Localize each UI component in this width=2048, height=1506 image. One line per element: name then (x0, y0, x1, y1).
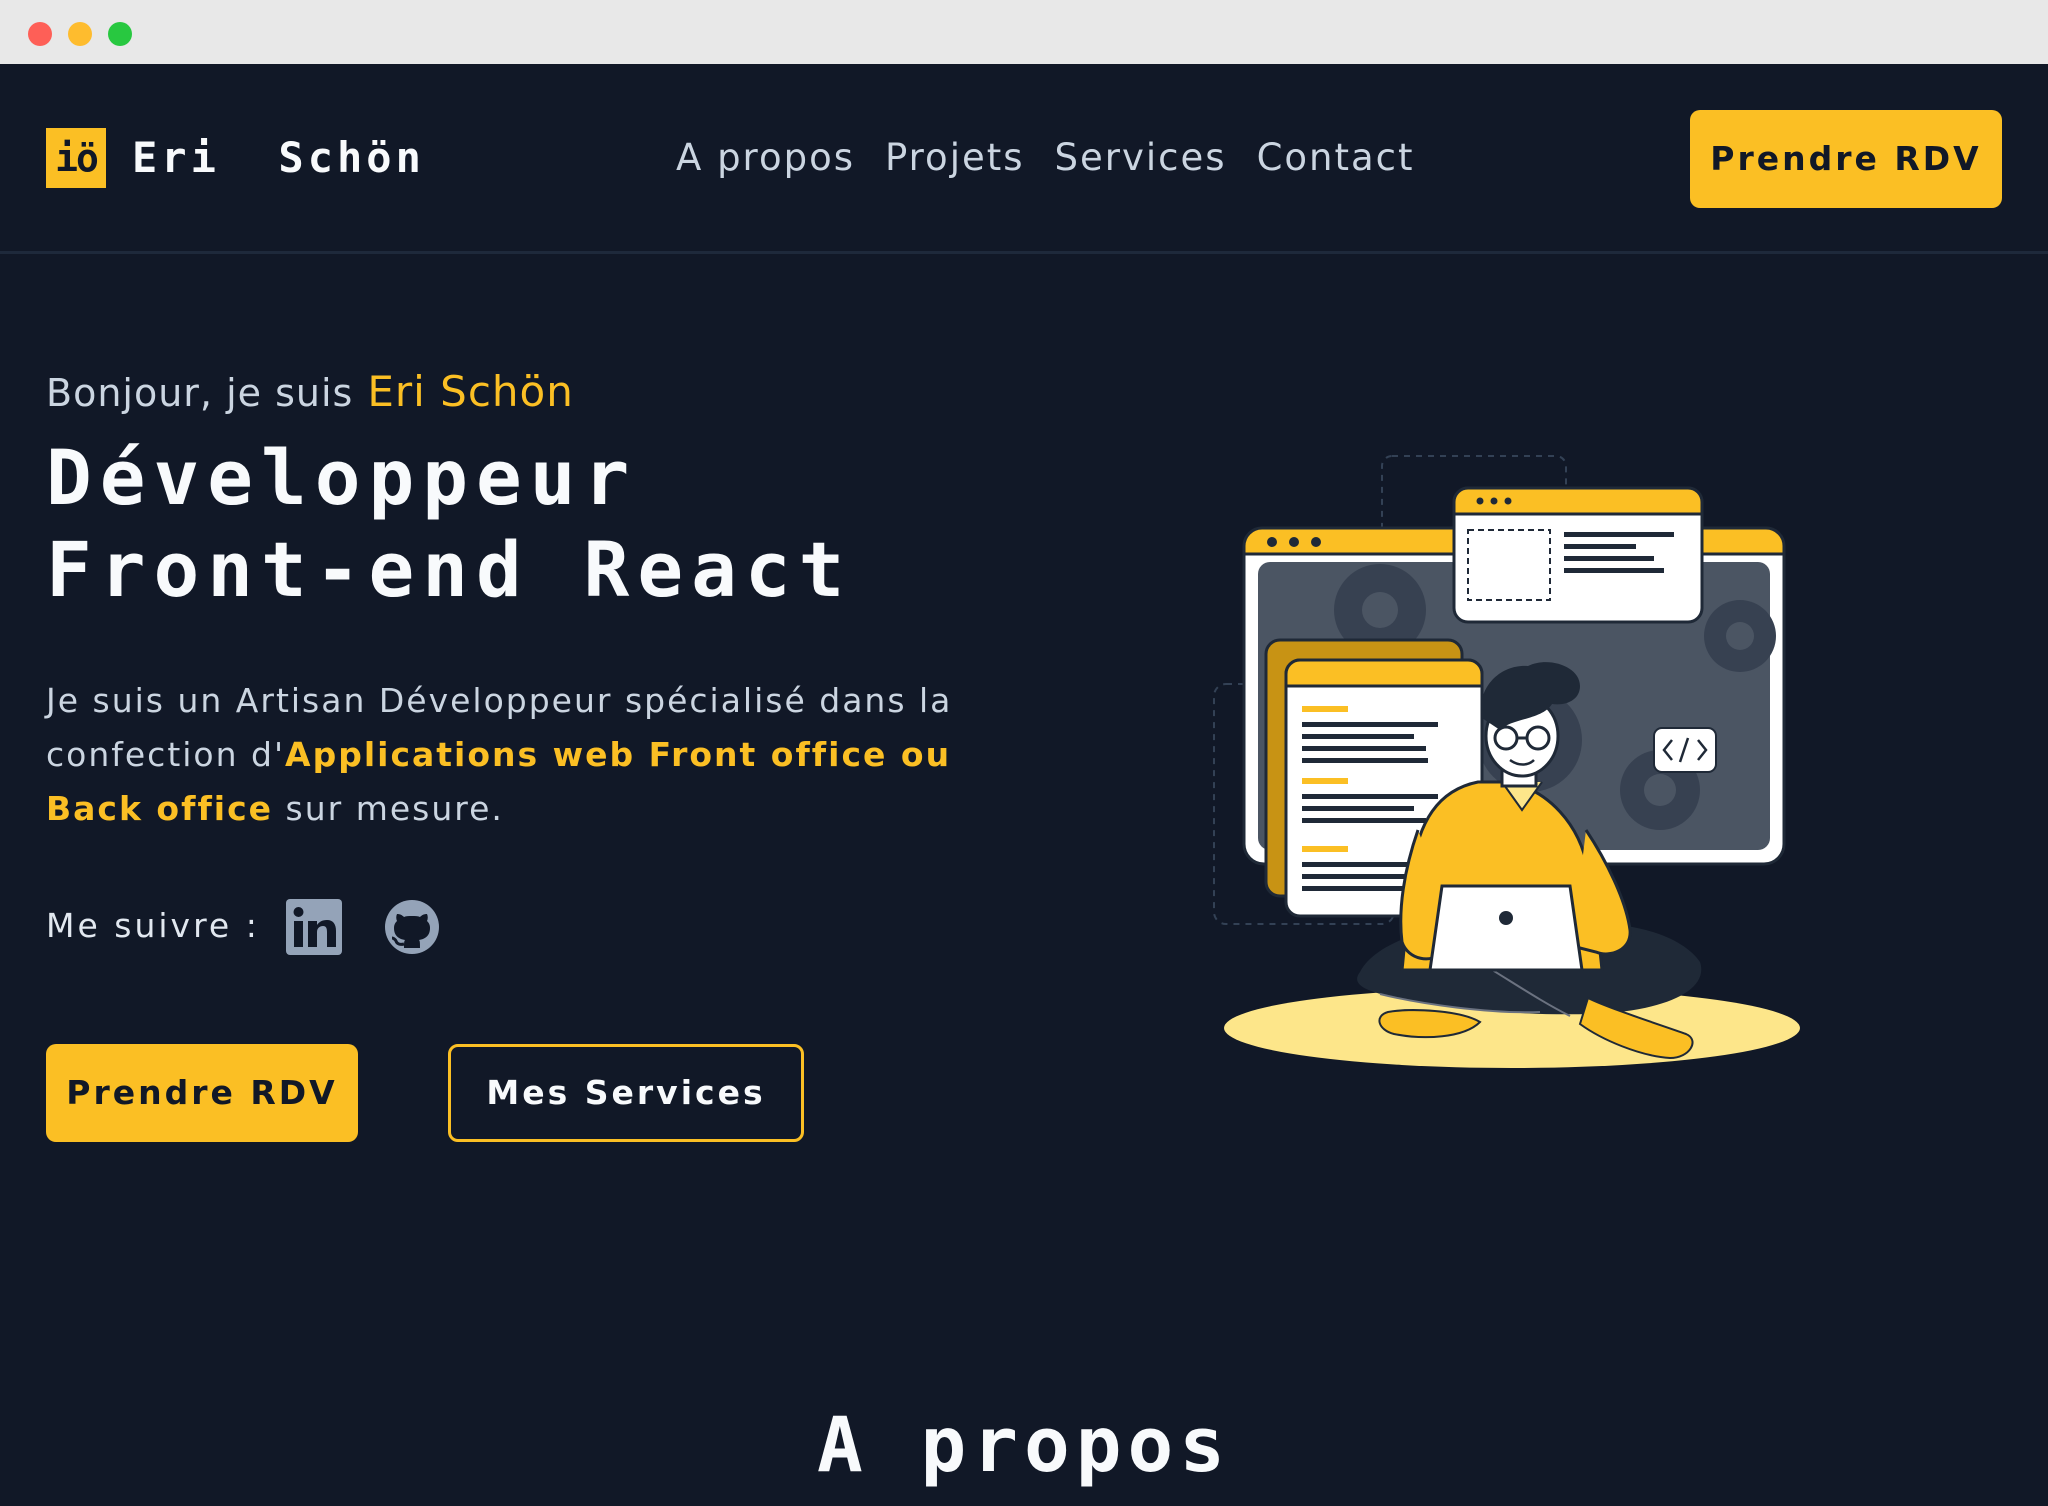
developer-illustration (1213, 455, 1800, 1068)
follow-label: Me suivre : (46, 906, 260, 945)
github-icon[interactable] (384, 899, 440, 955)
hero-greeting: Bonjour, je suis Eri Schön (46, 364, 574, 420)
hero-headline: Développeur Front-end React (46, 432, 1146, 616)
nav-link-contact[interactable]: Contact (1257, 130, 1415, 186)
about-section-title: A propos (816, 1400, 1232, 1489)
intro-suffix: sur mesure. (273, 789, 504, 828)
services-button[interactable]: Mes Services (448, 1044, 804, 1142)
headline-line-2: Front-end React (46, 525, 853, 614)
headline-line-1: Développeur (46, 433, 638, 522)
brand-logo-icon[interactable]: iö (46, 128, 106, 188)
nav-appointment-button[interactable]: Prendre RDV (1690, 110, 2002, 208)
hero-appointment-button[interactable]: Prendre RDV (46, 1044, 358, 1142)
greeting-name: Eri Schön (367, 367, 574, 416)
nav-link-a-propos[interactable]: A propos (676, 130, 855, 186)
main-nav: A propos Projets Services Contact (676, 130, 1415, 186)
close-window-button[interactable] (28, 22, 52, 46)
hero-intro: Je suis un Artisan Développeur spécialis… (46, 674, 1026, 836)
window-titlebar (0, 0, 2048, 64)
minimize-window-button[interactable] (68, 22, 92, 46)
linkedin-icon[interactable] (286, 899, 342, 955)
nav-link-services[interactable]: Services (1055, 130, 1227, 186)
brand-name[interactable]: Eri Schön (132, 130, 425, 186)
browser-window: iö Eri Schön A propos Projets Services C… (0, 0, 2048, 1506)
maximize-window-button[interactable] (108, 22, 132, 46)
greeting-text: Bonjour, je suis (46, 371, 354, 415)
nav-link-projets[interactable]: Projets (885, 130, 1025, 186)
